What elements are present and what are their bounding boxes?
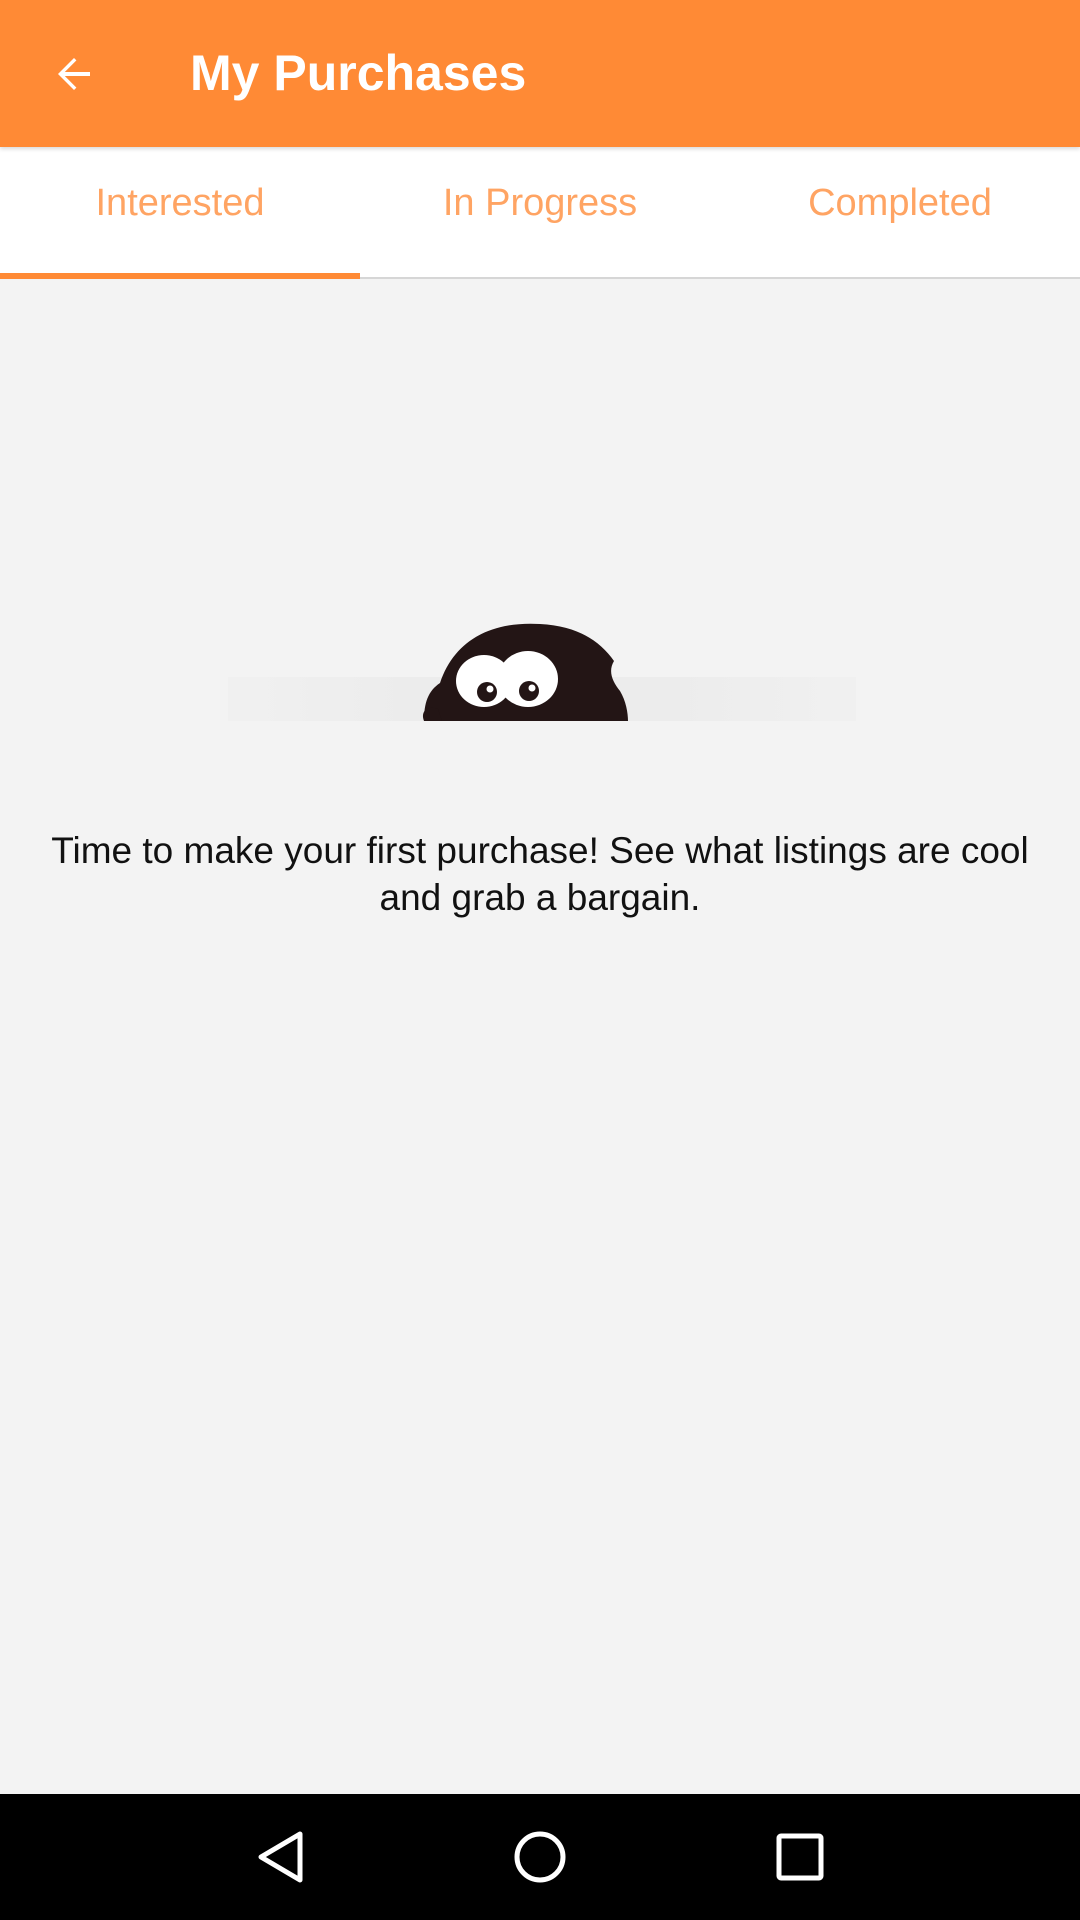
tab-selected-indicator [0,273,360,279]
tab-label: In Progress [442,181,638,224]
nav-recents-button[interactable] [755,1812,845,1902]
page-title: My Purchases [190,45,527,101]
nav-back-button[interactable] [235,1812,325,1902]
nav-home-circle-icon [514,1831,566,1883]
nav-home-button[interactable] [495,1812,585,1902]
tab-label: Interested [95,181,265,224]
system-navigation-bar [0,1794,1080,1920]
arrow-left-icon [58,58,90,90]
tab-bar: Interested In Progress Completed [0,147,1080,279]
back-button[interactable] [30,30,118,118]
nav-back-triangle-icon [258,1831,303,1883]
tab-completed[interactable]: Completed [720,147,1080,277]
tab-in-progress[interactable]: In Progress [360,147,720,277]
nav-recents-square-icon [776,1833,824,1881]
tab-label: Completed [808,181,992,224]
tab-interested[interactable]: Interested [0,147,360,279]
empty-state-message: Time to make your first purchase! See wh… [51,830,1029,918]
app-bar: My Purchases [0,0,1080,147]
peeking-mascot-icon [422,623,628,721]
empty-state-illustration [228,621,856,721]
empty-state-content: Time to make your first purchase! See wh… [0,281,1080,1794]
